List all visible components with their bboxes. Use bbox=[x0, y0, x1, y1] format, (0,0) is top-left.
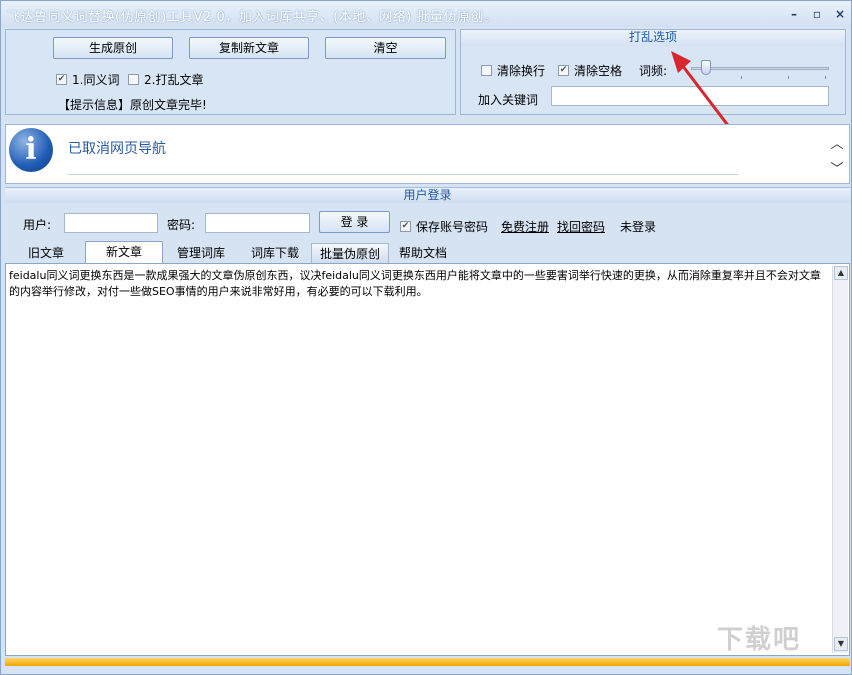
remove-newline-checkbox[interactable]: 清除换行 bbox=[481, 62, 545, 79]
tab-new-article[interactable]: 新文章 bbox=[85, 241, 163, 264]
tab-old-article[interactable]: 旧文章 bbox=[10, 243, 82, 263]
login-status: 未登录 bbox=[620, 220, 657, 234]
close-icon[interactable]: × bbox=[830, 5, 850, 23]
generate-button[interactable]: 生成原创 bbox=[53, 37, 173, 59]
progress-bar bbox=[5, 658, 850, 666]
password-input[interactable] bbox=[205, 213, 310, 233]
checkbox-box bbox=[481, 65, 492, 76]
shuffle-checkbox[interactable]: 2.打乱文章 bbox=[128, 71, 203, 88]
scroll-down-icon[interactable]: ▼ bbox=[834, 637, 848, 651]
remove-newline-label: 清除换行 bbox=[497, 64, 546, 78]
tab-lexicon-download[interactable]: 词库下载 bbox=[239, 243, 311, 263]
checkbox-box: ✔ bbox=[56, 74, 67, 85]
remember-checkbox[interactable]: ✔ 保存账号密码 bbox=[400, 218, 488, 235]
divider bbox=[68, 174, 738, 175]
keyword-label: 加入关键词 bbox=[478, 93, 539, 107]
remove-space-label: 清除空格 bbox=[574, 64, 623, 78]
remove-space-checkbox[interactable]: ✔ 清除空格 bbox=[558, 62, 622, 79]
copy-new-article-button[interactable]: 复制新文章 bbox=[189, 37, 309, 59]
shuffle-label: 2.打乱文章 bbox=[144, 73, 204, 87]
article-editor[interactable]: feidalu同义词更换东西是一款成果强大的文章伪原创东西，议决feidalu同… bbox=[5, 263, 850, 656]
info-message: 已取消网页导航 bbox=[68, 141, 166, 157]
synonym-label: 1.同义词 bbox=[72, 73, 120, 87]
scroll-up-icon[interactable]: ▲ bbox=[834, 266, 848, 280]
password-label: 密码: bbox=[167, 218, 196, 232]
chevron-down-icon[interactable]: ﹀ bbox=[829, 158, 845, 177]
app-window: 飞达鲁同义词替换(伪原创)工具V2.0，加入词库共享、(本地、网络) 批量伪原创… bbox=[0, 0, 852, 675]
user-input[interactable] bbox=[64, 213, 158, 233]
vertical-scrollbar[interactable]: ▲ ▼ bbox=[832, 266, 848, 653]
recover-password-link[interactable]: 找回密码 bbox=[557, 218, 605, 235]
info-icon: i bbox=[9, 128, 53, 172]
controls-panel: 生成原创 复制新文章 清空 ✔ 1.同义词 2.打乱文章 【提示信息】原创文章完… bbox=[5, 29, 456, 115]
shuffle-options-title: 打乱选项 bbox=[461, 30, 845, 46]
checkbox-box bbox=[128, 74, 139, 85]
tab-help[interactable]: 帮助文档 bbox=[391, 243, 455, 263]
watermark: 下载吧 bbox=[717, 625, 802, 655]
register-link[interactable]: 免费注册 bbox=[501, 218, 549, 235]
minimize-icon[interactable]: – bbox=[784, 5, 804, 23]
article-text[interactable]: feidalu同义词更换东西是一款成果强大的文章伪原创东西，议决feidalu同… bbox=[9, 268, 824, 300]
slider-tick bbox=[825, 76, 826, 79]
shuffle-options-panel: 打乱选项 清除换行 ✔ 清除空格 词频: 加入关键词 bbox=[460, 29, 846, 115]
tab-manage-lexicon[interactable]: 管理词库 bbox=[165, 243, 237, 263]
maximize-icon[interactable]: ▫ bbox=[807, 5, 827, 23]
slider-tick bbox=[788, 76, 789, 79]
clear-button[interactable]: 清空 bbox=[325, 37, 446, 59]
title-bar[interactable]: 飞达鲁同义词替换(伪原创)工具V2.0，加入词库共享、(本地、网络) 批量伪原创… bbox=[1, 1, 851, 27]
tab-batch-rewrite[interactable]: 批量伪原创 bbox=[311, 243, 389, 263]
checkbox-box: ✔ bbox=[400, 221, 411, 232]
login-button[interactable]: 登 录 bbox=[319, 211, 390, 233]
remember-label: 保存账号密码 bbox=[416, 220, 489, 234]
browser-info-area: i 已取消网页导航 ︿ ﹀ bbox=[5, 124, 850, 184]
synonym-checkbox[interactable]: ✔ 1.同义词 bbox=[56, 71, 119, 88]
window-title: 飞达鲁同义词替换(伪原创)工具V2.0，加入词库共享、(本地、网络) 批量伪原创… bbox=[7, 10, 498, 25]
login-header: 用户登录 bbox=[5, 187, 850, 203]
hint-message: 【提示信息】原创文章完毕! bbox=[58, 98, 207, 112]
checkbox-box: ✔ bbox=[558, 65, 569, 76]
chevron-up-icon[interactable]: ︿ bbox=[829, 133, 845, 152]
user-label: 用户: bbox=[23, 218, 52, 232]
